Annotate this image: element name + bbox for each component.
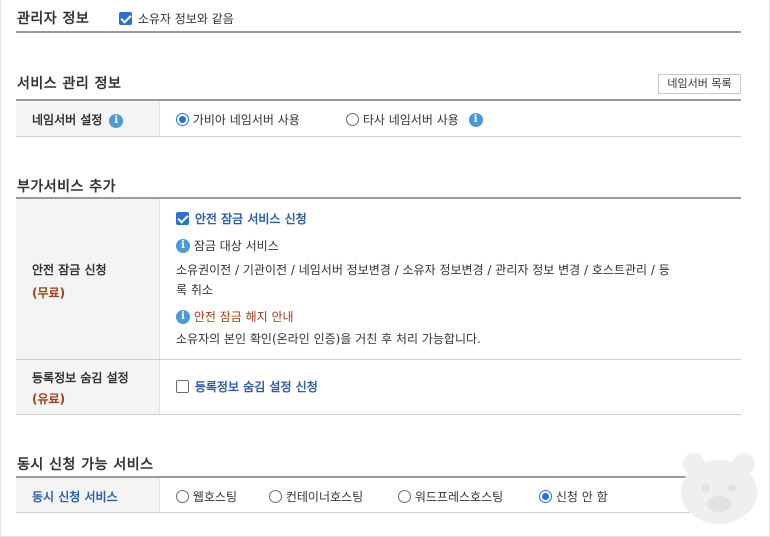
divider (16, 31, 741, 33)
concurrent-label-cell: 동시 신청 서비스 (16, 478, 160, 512)
lock-target-line1: 소유권이전 / 기관이전 / 네임서버 정보변경 / 소유자 정보변경 / 관리… (176, 263, 670, 277)
checkbox-unchecked-icon (176, 380, 189, 393)
unlock-desc: 소유자의 본인 확인(온라인 인증)을 거친 후 처리 가능합니다. (176, 332, 481, 346)
safe-lock-label-cell: 안전 잠금 신청 (무료) (16, 199, 160, 359)
ns-list-button[interactable]: 네임서버 목록 (658, 74, 741, 94)
radio-selected-icon (176, 113, 189, 126)
addon-section-title: 부가서비스 추가 (17, 179, 117, 195)
info-icon: i (176, 238, 190, 253)
radio-web-hosting-label: 웹호스팅 (192, 490, 237, 504)
unlock-title: 안전 잠금 해지 안내 (193, 310, 294, 324)
ns-setting-label-cell: 네임서버 설정 i (16, 101, 160, 136)
radio-no-apply[interactable]: 신청 안 함 (539, 488, 608, 505)
concurrent-label: 동시 신청 서비스 (32, 490, 118, 504)
info-icon: i (176, 309, 190, 324)
radio-unselected-icon (346, 113, 359, 126)
divider (16, 136, 741, 137)
same-as-owner-checkbox[interactable]: 소유자 정보와 같음 (119, 10, 234, 27)
radio-wordpress-hosting[interactable]: 워드프레스호스팅 (398, 488, 503, 505)
hide-info-label: 등록정보 숨김 설정 (32, 371, 129, 385)
radio-other-ns[interactable]: 타사 네임서버 사용 i (346, 111, 483, 128)
safe-lock-price: (무료) (32, 286, 66, 300)
radio-gabia-ns-label: 가비아 네임서버 사용 (192, 113, 300, 127)
radio-unselected-icon (269, 490, 282, 503)
radio-wordpress-hosting-label: 워드프레스호스팅 (414, 490, 504, 504)
lock-target-heading: i 잠금 대상 서비스 (176, 237, 279, 254)
service-mgmt-title: 서비스 관리 정보 (17, 76, 122, 92)
lock-target-title: 잠금 대상 서비스 (193, 239, 279, 253)
hide-info-checkbox[interactable]: 등록정보 숨김 설정 신청 (176, 378, 318, 395)
safe-lock-checkbox[interactable]: 안전 잠금 서비스 신청 (176, 210, 307, 227)
safe-lock-checkbox-label: 안전 잠금 서비스 신청 (194, 212, 307, 226)
info-icon[interactable]: i (468, 112, 483, 127)
lock-target-desc: 소유권이전 / 기관이전 / 네임서버 정보변경 / 소유자 정보변경 / 관리… (176, 260, 736, 300)
radio-gabia-ns[interactable]: 가비아 네임서버 사용 (176, 111, 300, 128)
radio-no-apply-label: 신청 안 함 (555, 490, 608, 504)
lock-target-line2: 록 취소 (176, 283, 213, 297)
radio-unselected-icon (398, 490, 411, 503)
ns-setting-label: 네임서버 설정 (32, 113, 103, 127)
same-as-owner-label: 소유자 정보와 같음 (137, 12, 234, 26)
bear-watermark-icon (681, 453, 757, 524)
divider (16, 512, 741, 513)
unlock-heading: i 안전 잠금 해지 안내 (176, 308, 294, 325)
admin-section-title: 관리자 정보 (17, 11, 90, 27)
checkbox-checked-icon (176, 212, 189, 225)
radio-web-hosting[interactable]: 웹호스팅 (176, 488, 237, 505)
radio-selected-icon (539, 490, 552, 503)
safe-lock-label: 안전 잠금 신청 (32, 263, 107, 277)
hide-info-label-cell: 등록정보 숨김 설정 (유료) (16, 360, 160, 414)
info-icon[interactable]: i (109, 113, 124, 128)
divider (16, 414, 741, 415)
hide-info-checkbox-label: 등록정보 숨김 설정 신청 (194, 380, 318, 394)
radio-container-hosting-label: 컨테이너호스팅 (285, 490, 364, 504)
radio-unselected-icon (176, 490, 189, 503)
checkbox-checked-icon (119, 12, 132, 25)
concurrent-section-title: 동시 신청 가능 서비스 (17, 457, 154, 473)
radio-container-hosting[interactable]: 컨테이너호스팅 (269, 488, 363, 505)
hide-info-price: (유료) (32, 392, 66, 406)
radio-other-ns-label: 타사 네임서버 사용 (362, 113, 459, 127)
